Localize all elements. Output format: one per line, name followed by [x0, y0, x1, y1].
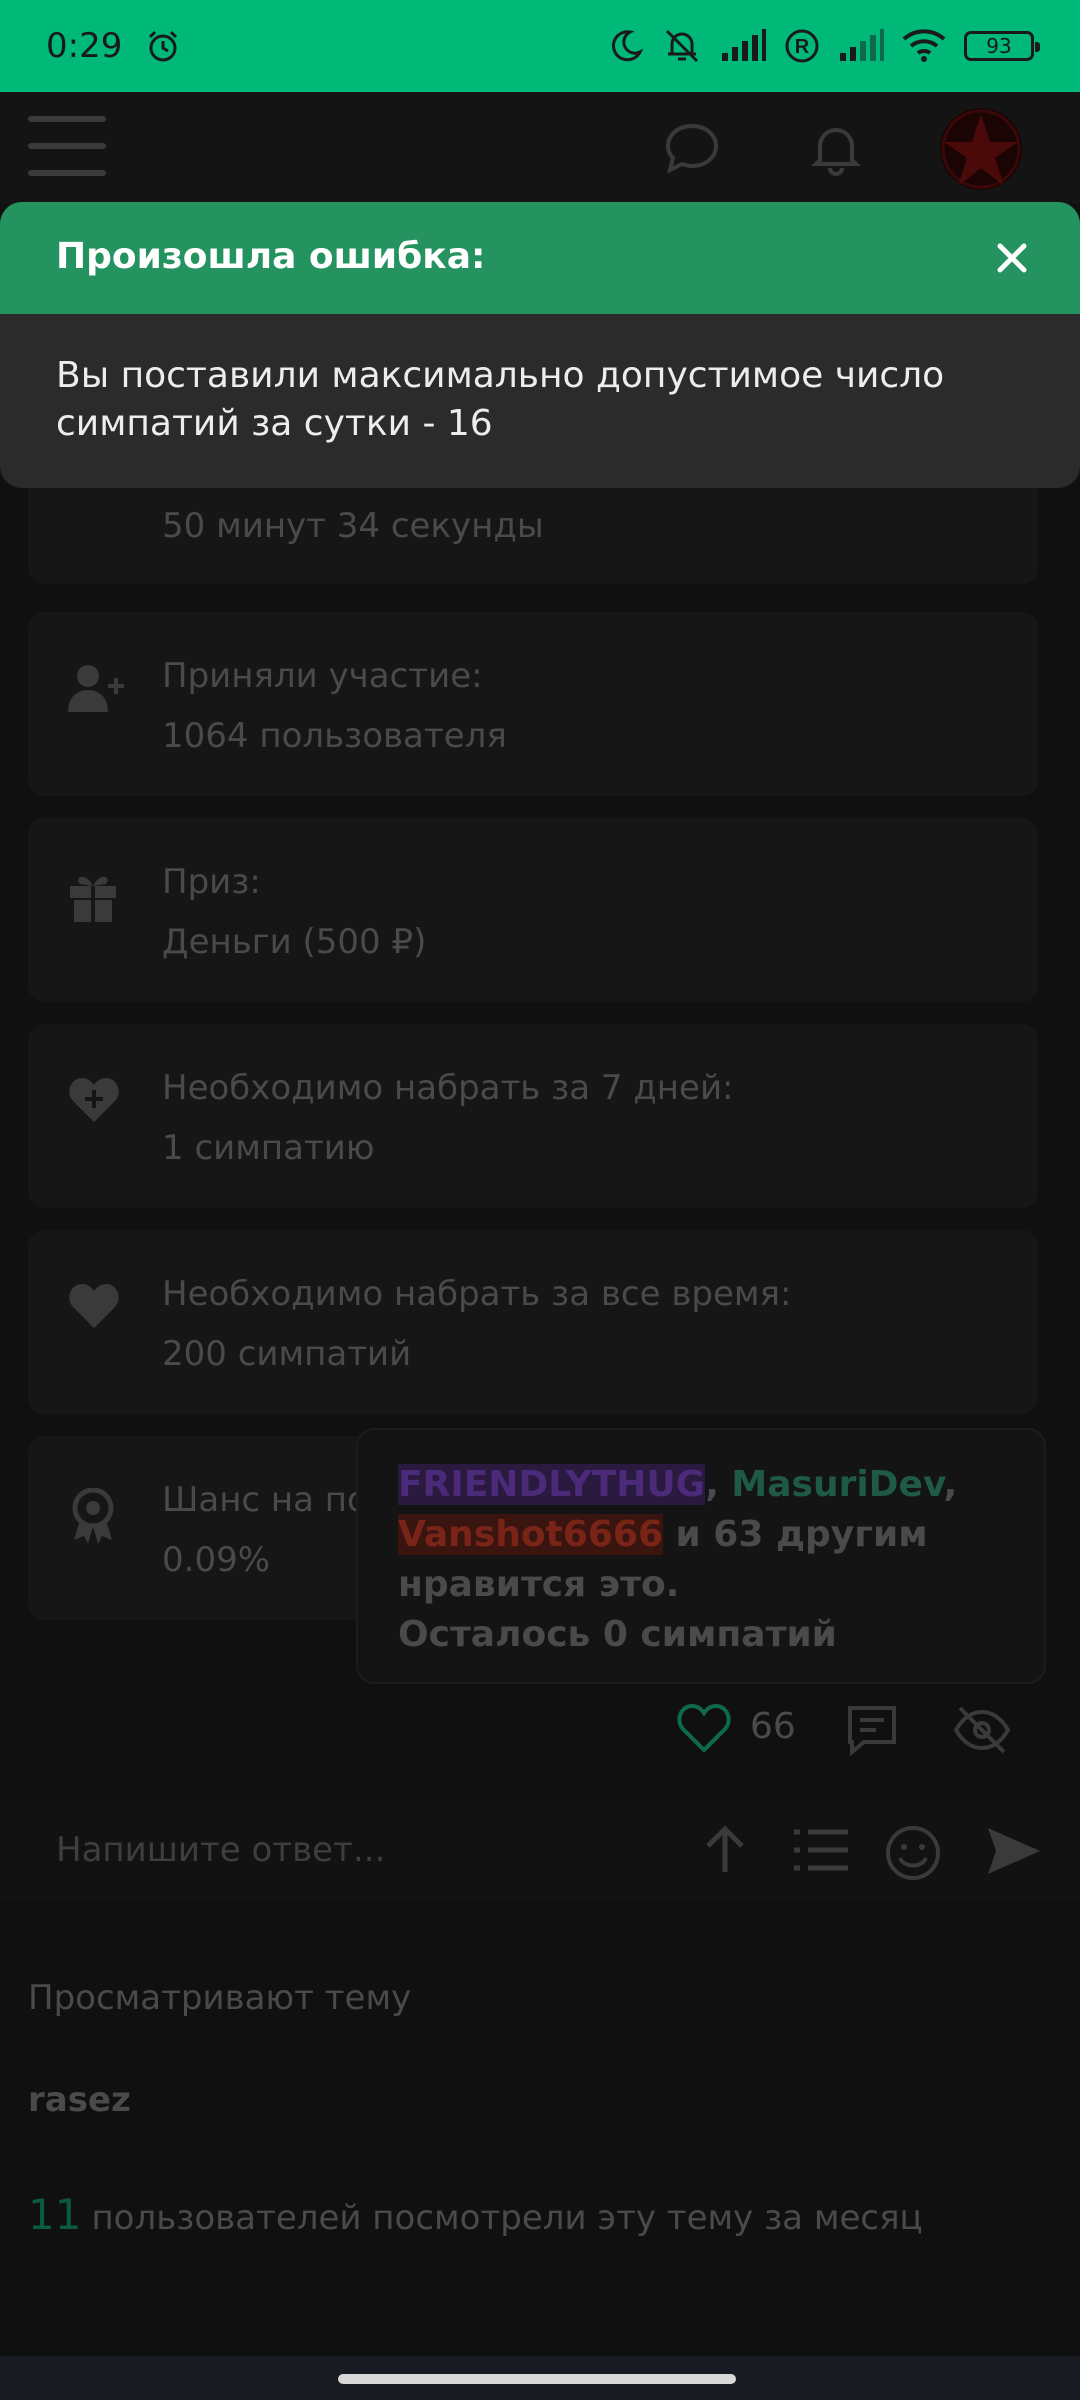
liker-link[interactable]: MasuriDev [731, 1464, 943, 1505]
like-count: 66 [750, 1706, 796, 1747]
heart-icon [69, 1284, 119, 1328]
stat-label: Приз: [162, 862, 261, 902]
stat-card-total-likes: Необходимо набрать за все время: 200 сим… [28, 1230, 1038, 1414]
app-bar [0, 92, 1080, 204]
stat-label: Приняли участие: [162, 656, 483, 696]
viewers-title: Просматривают тему [28, 1978, 412, 2018]
liker-link[interactable]: FRIENDLYTHUG [398, 1464, 706, 1505]
monthly-viewers: 11 пользователей посмотрели эту тему за м… [28, 2190, 923, 2239]
like-button[interactable] [676, 1702, 732, 1754]
roaming-icon: R [785, 29, 819, 63]
stat-value: Деньги (500 ₽) [162, 922, 427, 962]
viewer-link[interactable]: rasez [28, 2080, 131, 2120]
system-nav-bar [0, 2356, 1080, 2400]
award-icon [72, 1488, 114, 1544]
user-plus-icon [68, 665, 124, 712]
status-time: 0:29 [46, 26, 123, 66]
gift-icon [70, 876, 116, 922]
stat-card-prize: Приз: Деньги (500 ₽) [28, 818, 1038, 1002]
stat-label: Необходимо набрать за все время: [162, 1274, 792, 1314]
toast-title: Произошла ошибка: [56, 236, 486, 277]
stat-value: 1 симпатию [162, 1128, 375, 1168]
stat-value: 1064 пользователя [162, 716, 507, 756]
chat-icon[interactable] [662, 118, 722, 178]
stat-card-weekly-likes: Необходимо набрать за 7 дней: 1 симпатию [28, 1024, 1038, 1208]
arrow-up-icon[interactable] [700, 1824, 750, 1876]
reply-input[interactable]: Напишите ответ... [56, 1830, 385, 1870]
reply-bar: Напишите ответ... [0, 1800, 1080, 1900]
status-bar: 0:29 R 93 [0, 0, 1080, 92]
stat-value: 200 симпатий [162, 1334, 412, 1374]
menu-icon[interactable] [28, 116, 106, 178]
wifi-icon [902, 29, 946, 62]
bell-muted-icon [665, 29, 699, 63]
list-icon[interactable] [792, 1824, 850, 1876]
signal-2-icon [840, 29, 884, 61]
likes-tooltip: FRIENDLYTHUG, MasuriDev, Vanshot6666 и 6… [356, 1428, 1046, 1684]
likes-remaining: Осталось 0 симпатий [398, 1614, 837, 1655]
svg-text:R: R [795, 36, 810, 58]
comment-icon[interactable] [844, 1702, 900, 1758]
separator: , [943, 1464, 958, 1505]
liker-link[interactable]: Vanshot6666 [398, 1514, 664, 1555]
emoji-icon[interactable] [884, 1824, 942, 1882]
home-gesture-bar[interactable] [338, 2374, 736, 2384]
battery-level: 93 [986, 34, 1012, 58]
close-icon[interactable] [990, 236, 1034, 280]
battery-indicator: 93 [964, 31, 1040, 61]
signal-icon [722, 29, 766, 61]
heart-plus-icon [69, 1078, 119, 1122]
separator: , [705, 1464, 732, 1505]
monthly-viewers-text: пользователей посмотрели эту тему за мес… [91, 2198, 923, 2238]
stat-label: Необходимо набрать за 7 дней: [162, 1068, 734, 1108]
send-icon[interactable] [986, 1824, 1042, 1878]
stat-value: 0.09% [162, 1540, 271, 1580]
avatar[interactable] [940, 108, 1022, 190]
toast-message: Вы поставили максимально допустимое числ… [56, 355, 945, 444]
error-toast: Произошла ошибка: Вы поставили максималь… [0, 202, 1080, 488]
stat-value: 50 минут 34 секунды [162, 506, 544, 546]
bell-icon[interactable] [806, 118, 866, 178]
post-actions: 66 [0, 1694, 1080, 1764]
moon-icon [611, 30, 644, 62]
monthly-viewers-count: 11 [28, 2190, 82, 2239]
stat-card-participants: Приняли участие: 1064 пользователя [28, 612, 1038, 796]
alarm-icon [149, 30, 178, 62]
hide-icon[interactable] [952, 1702, 1012, 1758]
stat-label: Шанс на по [162, 1480, 368, 1520]
toast-header: Произошла ошибка: [0, 202, 1080, 314]
